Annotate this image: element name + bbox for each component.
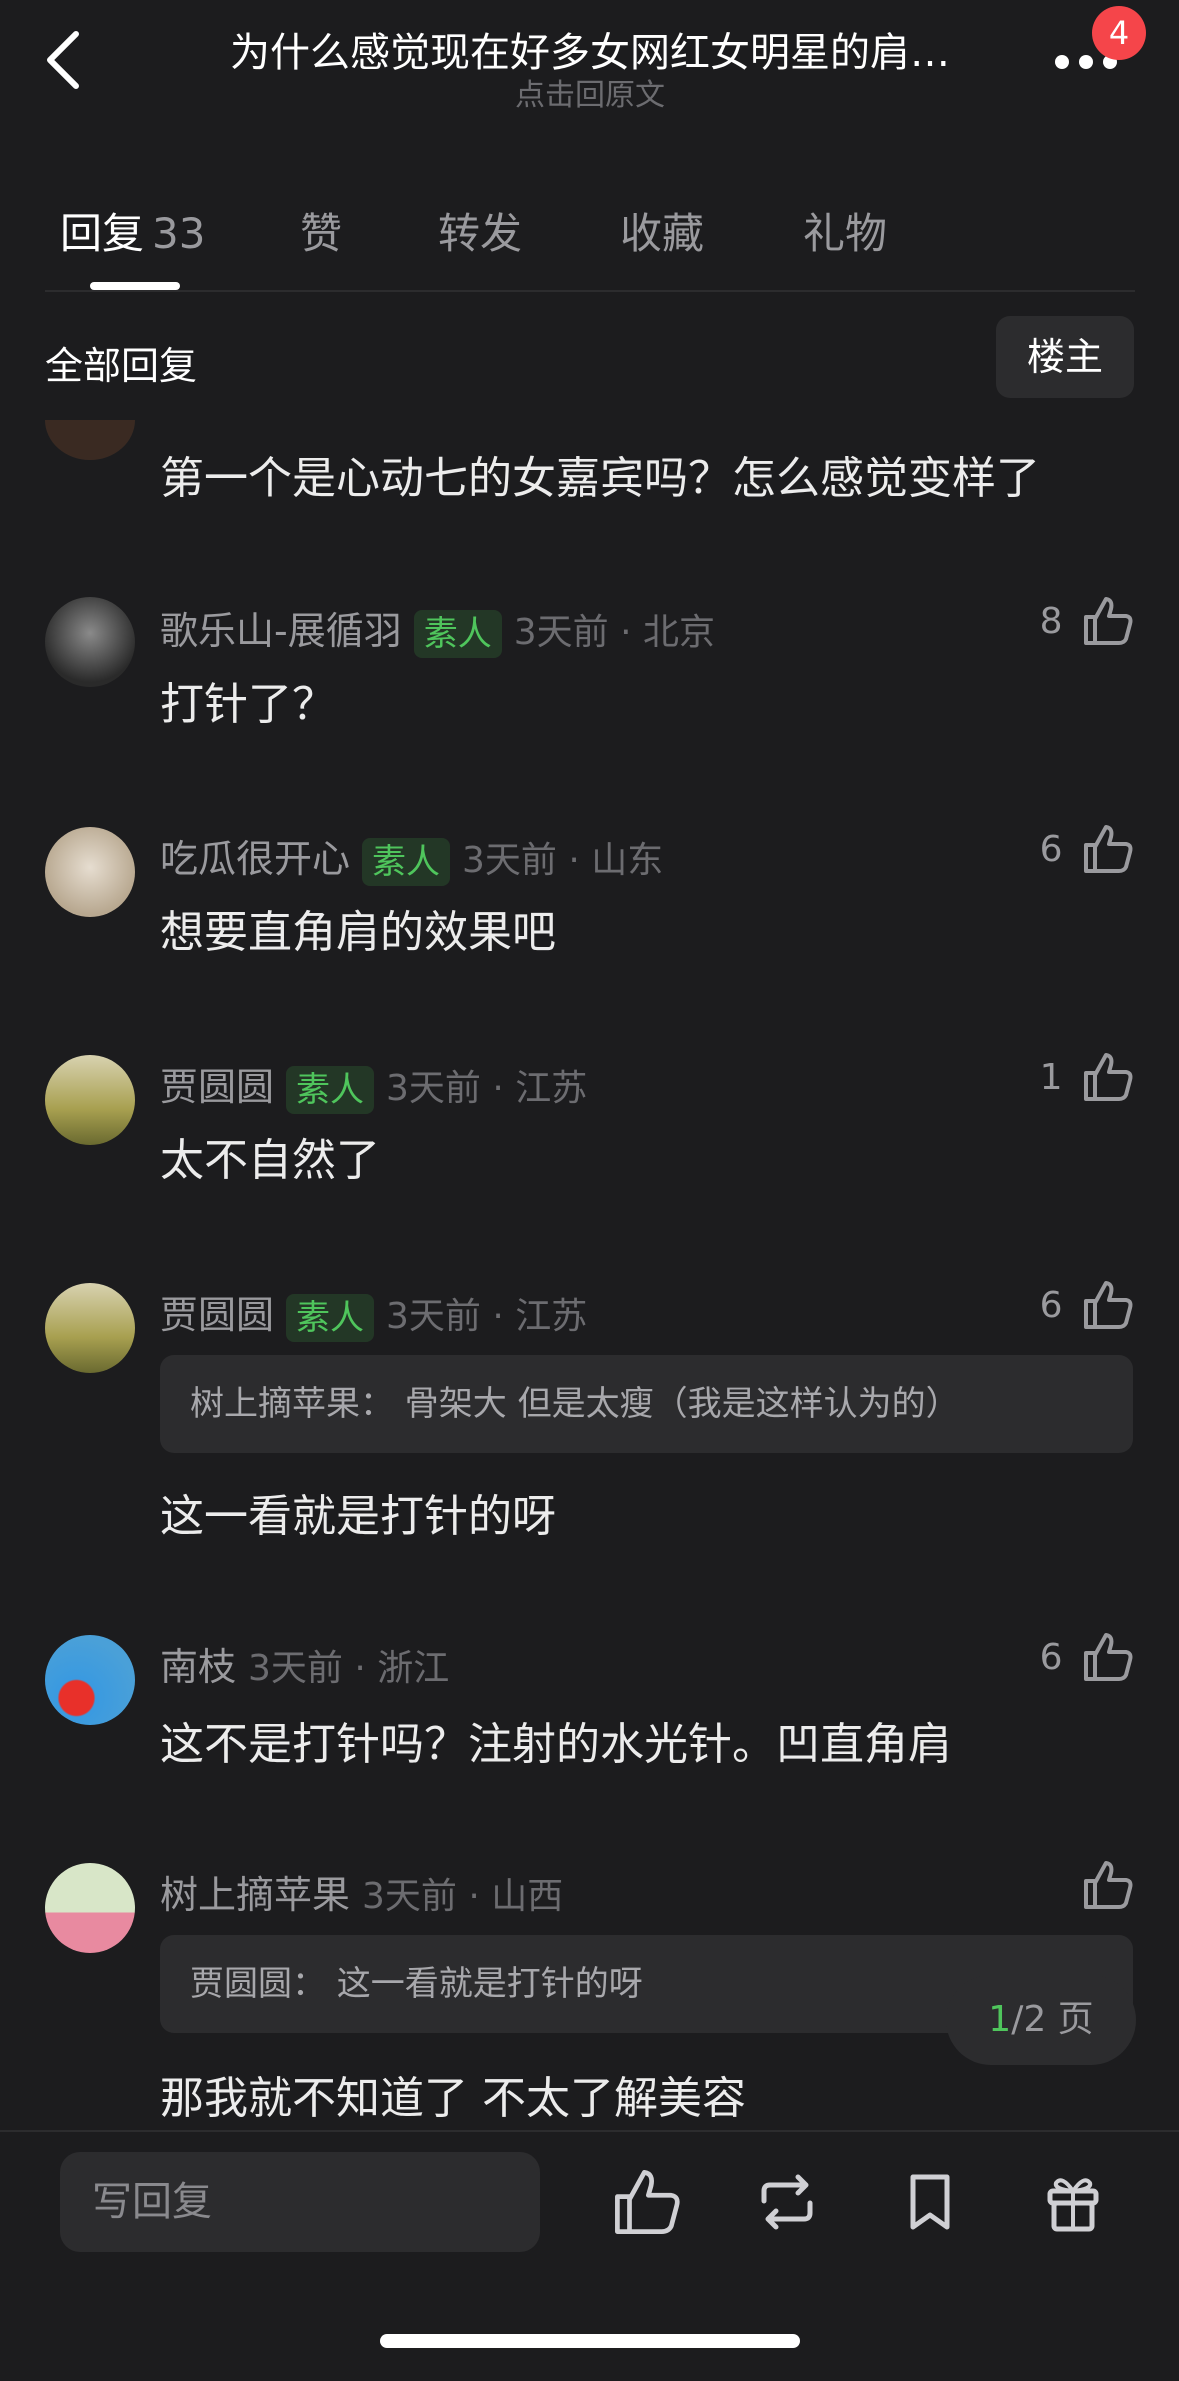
like-count: 1 [1039,1056,1063,1098]
thumbs-up-icon [1084,1281,1133,1329]
comment-meta: 3天前 · 北京 [513,612,715,653]
tab-replies-label: 回复 [60,209,145,258]
tab-likes[interactable]: 赞 [300,200,342,261]
like-count: 6 [1039,1636,1063,1678]
like-count: 8 [1039,600,1063,642]
comment-header: 吃瓜很开心 素人 3天前 · 山东 [160,828,663,886]
thumbs-up-icon [1084,1861,1133,1909]
user-tag: 素人 [286,1293,375,1342]
thumbs-up-icon [1084,1633,1133,1681]
quoted-reply[interactable]: 树上摘苹果： 骨架大 但是太瘦（我是这样认为的） [160,1355,1133,1453]
reply-input[interactable]: 写回复 [60,2152,540,2252]
comment-header: 歌乐山-展循羽 素人 3天前 · 北京 [160,600,715,658]
notification-badge: 4 [1092,6,1146,60]
comment-meta: 3天前 · 山西 [362,1876,564,1917]
username[interactable]: 歌乐山-展循羽 [160,609,402,653]
avatar[interactable] [45,380,135,460]
avatar[interactable] [45,1055,135,1145]
like-button[interactable]: 6 [1040,1279,1134,1339]
avatar[interactable] [45,1283,135,1373]
thumbs-up-icon [1084,1053,1133,1101]
back-icon[interactable] [40,30,90,90]
thumbs-up-icon[interactable] [612,2167,682,2237]
tab-favorites[interactable]: 收藏 [620,200,704,261]
like-button[interactable]: 1 [1040,1051,1134,1111]
like-count: 6 [1039,828,1063,870]
tab-reposts[interactable]: 转发 [438,200,522,261]
section-title: 全部回复 [45,344,198,388]
page-indicator[interactable]: 1/2 页 [946,1975,1136,2065]
username[interactable]: 南枝 [160,1645,236,1689]
repost-icon[interactable] [752,2167,822,2237]
comment-meta: 3天前 · 浙江 [248,1648,450,1689]
tab-replies[interactable]: 回复 33 [60,200,205,261]
like-button[interactable]: 6 [1040,823,1134,883]
comment-text: 打针了？ [160,679,336,730]
tab-gifts[interactable]: 礼物 [803,200,887,261]
home-indicator[interactable] [380,2334,800,2348]
bookmark-icon[interactable] [895,2167,965,2237]
username[interactable]: 吃瓜很开心 [160,837,350,881]
comment-text: 那我就不知道了 不太了解美容 [160,2073,746,2124]
comment-meta: 3天前 · 山东 [462,840,664,881]
comment-header: 贾圆圆 素人 3天前 · 江苏 [160,1284,587,1342]
comment-meta: 3天前 · 江苏 [386,1068,588,1109]
comment-text: 想要直角肩的效果吧 [160,907,556,958]
comment-text: 第一个是心动七的女嘉宾吗？怎么感觉变样了 [160,453,1040,504]
tab-bar: 回复 33 赞 转发 收藏 礼物 [0,190,1179,290]
avatar[interactable] [45,1863,135,1953]
back-to-original-link[interactable]: 点击回原文 [180,70,1000,114]
divider [45,290,1135,292]
like-button[interactable]: 6 [1040,1631,1134,1691]
avatar[interactable] [45,827,135,917]
gift-icon[interactable] [1038,2167,1108,2237]
comment-header: 树上摘苹果 3天前 · 山西 [160,1864,563,1919]
active-tab-indicator [90,282,180,290]
comment-meta: 3天前 · 江苏 [386,1296,588,1337]
like-button[interactable]: 8 [1040,595,1134,655]
username[interactable]: 贾圆圆 [160,1065,274,1109]
comment-text: 这不是打针吗？注射的水光针。凹直角肩 [160,1719,952,1770]
comment-text: 太不自然了 [160,1135,380,1186]
username[interactable]: 贾圆圆 [160,1293,274,1337]
user-tag: 素人 [286,1065,375,1114]
owner-only-button[interactable]: 楼主 [996,316,1134,398]
username[interactable]: 树上摘苹果 [160,1873,350,1917]
user-tag: 素人 [362,837,451,886]
like-button[interactable] [1082,1859,1134,1919]
current-page: 1 [988,1999,1012,2040]
total-pages: /2 页 [1011,1999,1094,2040]
comment-header: 贾圆圆 素人 3天前 · 江苏 [160,1056,587,1114]
avatar[interactable] [45,1635,135,1725]
like-count: 6 [1039,1284,1063,1326]
user-tag: 素人 [413,609,502,658]
comment-header: 南枝 3天前 · 浙江 [160,1636,449,1691]
header: 为什么感觉现在好多女网红女明星的肩… 点击回原文 4 [0,0,1179,120]
thumbs-up-icon [1084,597,1133,645]
tab-replies-count: 33 [152,209,206,258]
comment-text: 这一看就是打针的呀 [160,1491,556,1542]
avatar[interactable] [45,597,135,687]
thumbs-up-icon [1084,825,1133,873]
